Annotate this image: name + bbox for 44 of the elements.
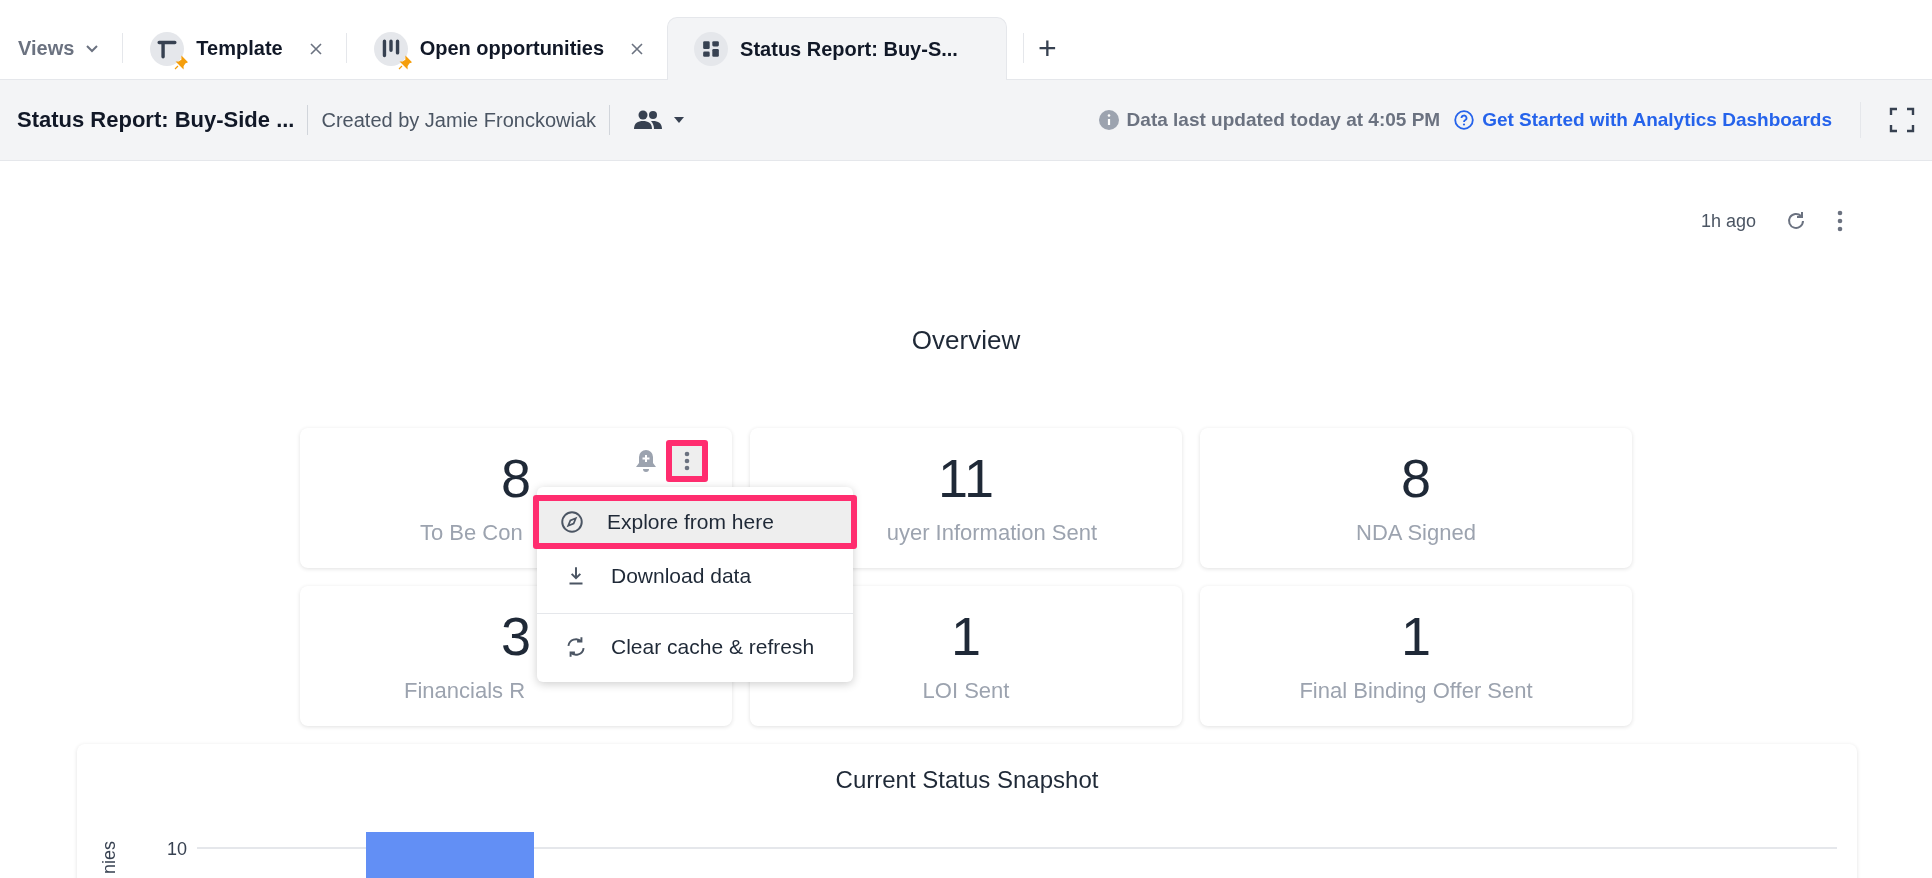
last-updated-text: Data last updated today at 4:05 PM	[1126, 109, 1441, 131]
bell-plus-icon[interactable]	[634, 448, 658, 474]
metric-value: 1	[950, 606, 981, 666]
add-tab-button[interactable]: +	[1024, 29, 1071, 67]
more-options-button[interactable]	[666, 440, 708, 482]
more-options-icon[interactable]	[1836, 209, 1844, 233]
last-refresh-text: 1h ago	[1700, 210, 1756, 232]
help-icon	[1454, 110, 1475, 130]
metric-value: 8	[1400, 448, 1431, 508]
tab-icon	[150, 31, 185, 66]
metric-value: 1	[1400, 606, 1431, 666]
help-link[interactable]: Get Started with Analytics Dashboards	[1482, 109, 1832, 131]
tab-icon	[373, 31, 408, 66]
metric-value: 3	[500, 606, 531, 666]
section-title: Overview	[910, 325, 1022, 356]
menu-item[interactable]: Explore from here	[533, 495, 857, 549]
tab[interactable]: Open opportunities	[346, 17, 668, 79]
report-title: Status Report: Buy-Side ...	[17, 107, 295, 133]
people-icon	[633, 109, 664, 131]
tab[interactable]: Template	[123, 17, 346, 79]
compass-icon	[559, 509, 585, 535]
axis-title: nies	[99, 840, 119, 874]
metric-label: Financials R	[404, 678, 526, 704]
views-dropdown[interactable]: Views	[12, 33, 124, 63]
menu-item[interactable]: Download data	[537, 549, 853, 603]
metric-label: uyer Information Sent	[886, 520, 1097, 546]
metric-label: LOI Sent	[922, 678, 1010, 704]
menu-item[interactable]: Clear cache & refresh	[537, 620, 853, 674]
tab[interactable]: Status Report: Buy-S...	[667, 17, 1008, 80]
metric-label: Final Binding Offer Sent	[1299, 678, 1533, 704]
chart-title: Current Status Snapshot	[834, 765, 1100, 794]
axis-tick-label: 10	[166, 839, 187, 859]
close-icon[interactable]	[630, 41, 645, 56]
created-by-text: Created by Jamie Fronckowiak	[321, 108, 597, 132]
metric-label: NDA Signed	[1356, 520, 1476, 546]
metric-value: 8	[500, 448, 531, 508]
metric-value: 11	[937, 448, 995, 508]
more-icon	[683, 450, 691, 472]
info-icon	[1098, 110, 1119, 130]
metric-label: To Be Con	[420, 520, 523, 546]
fullscreen-icon[interactable]	[1889, 107, 1915, 133]
close-icon[interactable]	[308, 41, 323, 56]
tab-icon	[694, 32, 729, 66]
caret-icon	[673, 115, 686, 125]
